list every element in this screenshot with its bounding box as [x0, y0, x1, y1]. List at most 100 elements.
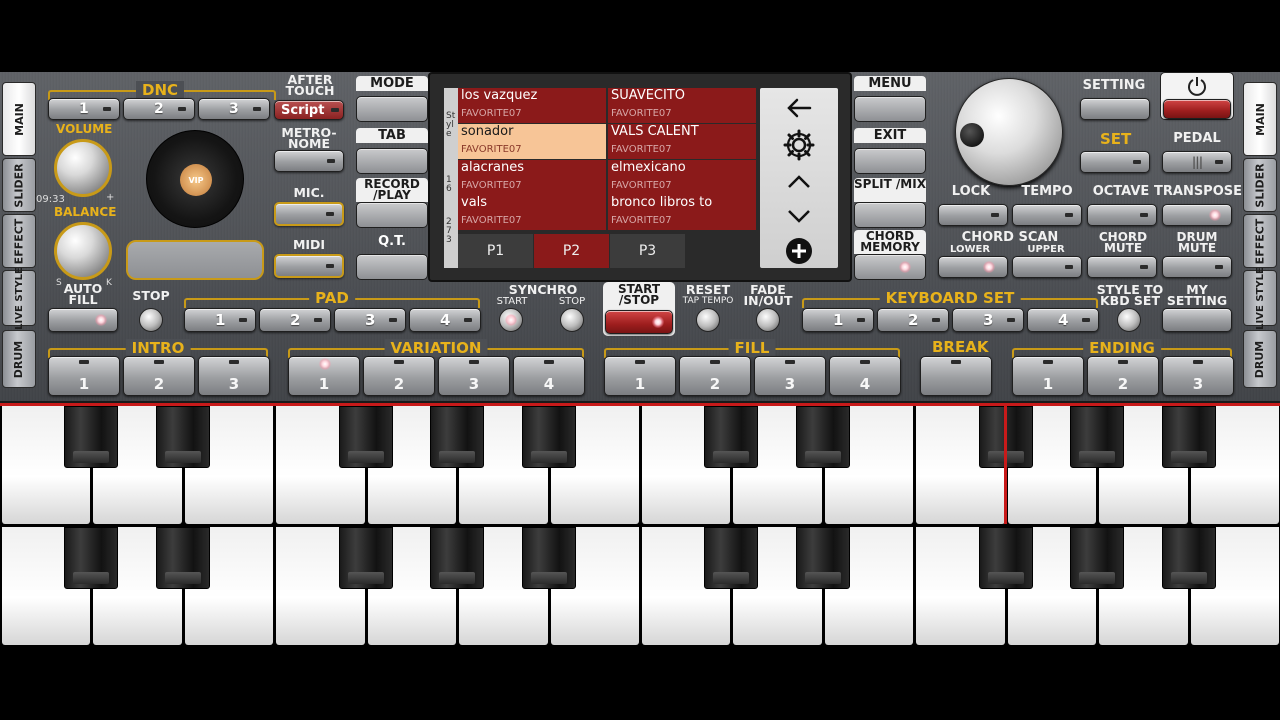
- record-play-button[interactable]: [356, 202, 428, 228]
- variation-button-2[interactable]: 2: [363, 356, 435, 396]
- intro-button-2[interactable]: 2: [123, 356, 195, 396]
- set-button[interactable]: [1080, 151, 1150, 173]
- keyboard-set-button-3[interactable]: 3: [952, 308, 1024, 332]
- synchro-stop-button[interactable]: [560, 308, 584, 332]
- style-cell[interactable]: bronco libros to FAVORITE07: [608, 195, 756, 230]
- page-tab-p3[interactable]: P3: [610, 234, 685, 268]
- fill-button-4[interactable]: 4: [829, 356, 901, 396]
- tab-effect-left[interactable]: EFFECT: [2, 214, 36, 268]
- start-stop-button[interactable]: [605, 310, 673, 334]
- black-key[interactable]: [430, 406, 485, 468]
- tab-slider-left[interactable]: SLIDER: [2, 158, 36, 212]
- intro-button-1[interactable]: 1: [48, 356, 120, 396]
- fill-button-3[interactable]: 3: [754, 356, 826, 396]
- octave-button[interactable]: [1087, 204, 1157, 226]
- chord-mute-button[interactable]: [1087, 256, 1157, 278]
- style-to-kbd-button[interactable]: [1117, 308, 1141, 332]
- drum-mute-button[interactable]: [1162, 256, 1232, 278]
- chevron-down-icon[interactable]: [786, 208, 812, 224]
- keyboard-set-button-1[interactable]: 1: [802, 308, 874, 332]
- black-key[interactable]: [795, 406, 850, 468]
- chord-scan-upper-button[interactable]: [1012, 256, 1082, 278]
- black-key[interactable]: [430, 527, 485, 589]
- metronome-button[interactable]: [274, 150, 344, 172]
- style-cell-selected[interactable]: sonador FAVORITE07: [458, 124, 606, 159]
- black-key[interactable]: [521, 527, 576, 589]
- tab-drum-right[interactable]: DRUM: [1243, 330, 1277, 388]
- power-button[interactable]: [1163, 99, 1231, 119]
- black-key[interactable]: [64, 406, 119, 468]
- tab-main-left[interactable]: MAIN: [2, 82, 36, 156]
- variation-button-1[interactable]: 1: [288, 356, 360, 396]
- black-key[interactable]: [155, 527, 210, 589]
- qt-button[interactable]: [356, 254, 428, 280]
- black-key[interactable]: [704, 527, 759, 589]
- mode-button[interactable]: [356, 96, 428, 122]
- black-key[interactable]: [338, 527, 393, 589]
- tab-button[interactable]: [356, 148, 428, 174]
- lock-button[interactable]: [938, 204, 1008, 226]
- style-cell[interactable]: elmexicano FAVORITE07: [608, 160, 756, 195]
- style-cell[interactable]: alacranes FAVORITE07: [458, 160, 606, 195]
- exit-button[interactable]: [854, 148, 926, 174]
- tempo-button[interactable]: [1012, 204, 1082, 226]
- tab-drum-left[interactable]: DRUM: [2, 330, 36, 388]
- tab-effect-right[interactable]: EFFECT: [1243, 214, 1277, 268]
- black-key[interactable]: [795, 527, 850, 589]
- black-key[interactable]: [64, 527, 119, 589]
- black-key[interactable]: [521, 406, 576, 468]
- tab-slider-right[interactable]: SLIDER: [1243, 158, 1277, 212]
- chevron-up-icon[interactable]: [786, 174, 812, 190]
- synchro-start-button[interactable]: [499, 308, 523, 332]
- split-mix-button[interactable]: [854, 202, 926, 228]
- reset-tap-tempo-button[interactable]: [696, 308, 720, 332]
- black-key[interactable]: [338, 406, 393, 468]
- transpose-button[interactable]: [1162, 204, 1232, 226]
- page-tab-p1[interactable]: P1: [458, 234, 533, 268]
- pad-stop-button[interactable]: [139, 308, 163, 332]
- black-key[interactable]: [978, 527, 1033, 589]
- pad-button-2[interactable]: 2: [259, 308, 331, 332]
- fill-button-1[interactable]: 1: [604, 356, 676, 396]
- vip-disc[interactable]: VIP: [146, 130, 244, 228]
- page-tab-p2[interactable]: P2: [534, 234, 609, 268]
- pedal-button[interactable]: |||: [1162, 151, 1232, 173]
- volume-knob[interactable]: [54, 139, 112, 197]
- gear-icon[interactable]: [782, 128, 816, 162]
- dnc-button-3[interactable]: 3: [198, 98, 270, 120]
- style-cell[interactable]: SUAVECITO FAVORITE07: [608, 88, 756, 123]
- black-key[interactable]: [1161, 406, 1216, 468]
- tab-live-style-right[interactable]: LIVE STYLE: [1243, 267, 1277, 329]
- style-cell[interactable]: VALS CALENT FAVORITE07: [608, 124, 756, 159]
- dnc-button-1[interactable]: 1: [48, 98, 120, 120]
- tab-live-style-left[interactable]: LIVE STYLE: [2, 267, 36, 329]
- ending-button-3[interactable]: 3: [1162, 356, 1234, 396]
- black-key[interactable]: [155, 406, 210, 468]
- dnc-button-2[interactable]: 2: [123, 98, 195, 120]
- balance-knob[interactable]: [54, 222, 112, 280]
- plus-circle-icon[interactable]: [784, 236, 814, 266]
- ending-button-1[interactable]: 1: [1012, 356, 1084, 396]
- pad-button-3[interactable]: 3: [334, 308, 406, 332]
- back-arrow-icon[interactable]: [784, 96, 814, 120]
- chord-memory-button[interactable]: [854, 254, 926, 280]
- auto-fill-button[interactable]: [48, 308, 118, 332]
- menu-button[interactable]: [854, 96, 926, 122]
- black-key[interactable]: [1161, 527, 1216, 589]
- midi-button[interactable]: [274, 254, 344, 278]
- pad-button-4[interactable]: 4: [409, 308, 481, 332]
- variation-button-3[interactable]: 3: [438, 356, 510, 396]
- black-key[interactable]: [1070, 527, 1125, 589]
- mic-button[interactable]: [274, 202, 344, 226]
- pad-button-1[interactable]: 1: [184, 308, 256, 332]
- script-button[interactable]: Script: [274, 100, 344, 120]
- setting-button[interactable]: [1080, 98, 1150, 120]
- keyboard-set-button-4[interactable]: 4: [1027, 308, 1099, 332]
- black-key[interactable]: [1070, 406, 1125, 468]
- style-cell[interactable]: los vazquez FAVORITE07: [458, 88, 606, 123]
- data-dial[interactable]: [955, 78, 1063, 186]
- tab-main-right[interactable]: MAIN: [1243, 82, 1277, 156]
- chord-scan-lower-button[interactable]: [938, 256, 1008, 278]
- intro-button-3[interactable]: 3: [198, 356, 270, 396]
- ending-button-2[interactable]: 2: [1087, 356, 1159, 396]
